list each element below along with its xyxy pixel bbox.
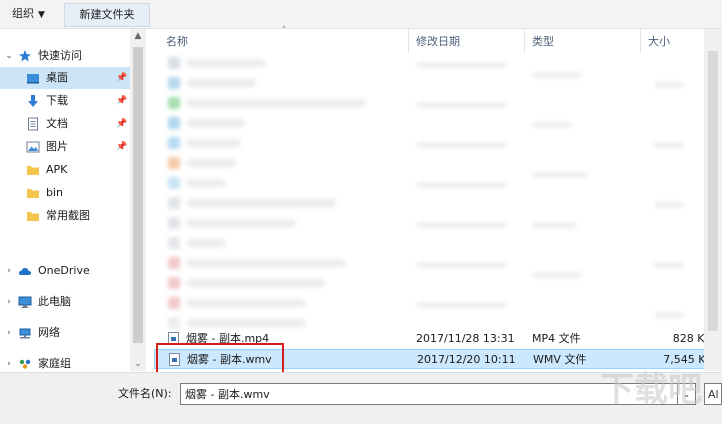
file-modified: 2017/11/28 13:31 xyxy=(416,332,515,345)
document-icon xyxy=(28,117,38,131)
nav-item-documents[interactable]: 文档 📌 xyxy=(0,113,130,135)
scrollbar-thumb[interactable] xyxy=(133,47,143,343)
network-icon xyxy=(19,328,31,339)
nav-item-screenshots[interactable]: 常用截图 xyxy=(0,205,130,227)
nav-item-network[interactable]: › 网络 xyxy=(0,322,130,344)
nav-item-this-pc[interactable]: › 此电脑 xyxy=(0,291,130,313)
file-type: MP4 文件 xyxy=(532,332,581,345)
download-icon xyxy=(28,95,38,107)
desktop-icon xyxy=(27,74,39,84)
homegroup-icon xyxy=(19,359,31,369)
nav-label: bin xyxy=(46,186,64,199)
organize-menu-button[interactable]: 组织 ▼ xyxy=(12,6,45,22)
nav-label: APK xyxy=(46,163,68,176)
pin-icon[interactable]: 📌 xyxy=(116,136,127,158)
chevron-right-icon[interactable]: › xyxy=(4,322,14,344)
file-type: WMV 文件 xyxy=(533,353,587,366)
computer-icon xyxy=(18,296,32,308)
sort-ascending-icon: ˄ xyxy=(282,26,287,36)
nav-item-onedrive[interactable]: › OneDrive xyxy=(0,260,130,282)
new-folder-button[interactable]: 新建文件夹 xyxy=(64,3,150,27)
file-list: ˄ 名称 修改日期 类型 大小 烟雾 - 副本.mp4 2017/11/28 1… xyxy=(154,26,714,371)
column-divider[interactable] xyxy=(640,29,641,53)
file-name: 烟雾 - 副本.mp4 xyxy=(186,332,270,345)
pin-icon[interactable]: 📌 xyxy=(116,67,127,89)
scrollbar-thumb[interactable] xyxy=(708,51,718,331)
nav-label: 快速访问 xyxy=(38,49,82,62)
column-header-name[interactable]: 名称 xyxy=(166,32,188,52)
file-list-scrollbar[interactable] xyxy=(704,29,722,371)
nav-item-downloads[interactable]: 下载 📌 xyxy=(0,90,130,112)
folder-icon xyxy=(27,166,39,175)
file-row-mp4[interactable]: 烟雾 - 副本.mp4 2017/11/28 13:31 MP4 文件 828 … xyxy=(154,329,714,349)
file-type-select[interactable]: Al xyxy=(704,383,722,405)
nav-item-quick-access[interactable]: ⌄ 快速访问 xyxy=(0,45,130,67)
pictures-icon xyxy=(26,141,40,153)
navigation-scrollbar[interactable]: ▲ ⌄ xyxy=(130,29,146,371)
filename-label: 文件名(N): xyxy=(118,387,172,400)
video-file-icon xyxy=(168,332,179,345)
chevron-down-icon: ▼ xyxy=(38,10,45,20)
chevron-right-icon[interactable]: › xyxy=(4,291,14,313)
column-header-size[interactable]: 大小 xyxy=(648,32,670,52)
toolbar: 组织 ▼ 新建文件夹 xyxy=(0,0,722,29)
video-file-icon xyxy=(169,353,180,366)
nav-label: 此电脑 xyxy=(38,295,71,308)
column-divider[interactable] xyxy=(408,29,409,53)
nav-label: OneDrive xyxy=(38,264,90,277)
chevron-right-icon[interactable]: › xyxy=(4,260,14,282)
chevron-down-icon[interactable]: ⌄ xyxy=(4,45,14,67)
organize-label: 组织 xyxy=(12,7,34,20)
nav-label: 网络 xyxy=(38,326,60,339)
nav-label: 常用截图 xyxy=(46,209,90,222)
pin-icon[interactable]: 📌 xyxy=(116,113,127,135)
watermark: 下载吧 xyxy=(600,370,702,410)
pin-icon[interactable]: 📌 xyxy=(116,90,127,112)
nav-item-desktop[interactable]: 桌面 📌 xyxy=(0,67,130,89)
file-modified: 2017/12/20 10:11 xyxy=(417,353,516,366)
column-header-modified[interactable]: 修改日期 xyxy=(416,32,460,52)
nav-item-bin[interactable]: bin xyxy=(0,182,130,204)
nav-label: 下载 xyxy=(46,94,68,107)
folder-icon xyxy=(27,212,39,221)
nav-label: 文档 xyxy=(46,117,68,130)
cloud-icon xyxy=(18,268,32,275)
navigation-pane: ⌄ 快速访问 桌面 📌 下载 📌 文档 📌 图片 📌 APK bin 常用截图 … xyxy=(0,29,146,371)
file-size: 828 KB xyxy=(672,332,712,345)
star-icon xyxy=(19,50,31,62)
nav-item-apk[interactable]: APK xyxy=(0,159,130,181)
nav-label: 桌面 xyxy=(46,71,68,84)
scroll-up-icon[interactable]: ▲ xyxy=(130,31,146,41)
column-divider[interactable] xyxy=(524,29,525,53)
file-name: 烟雾 - 副本.wmv xyxy=(187,353,272,366)
column-header-type[interactable]: 类型 xyxy=(532,32,554,52)
scroll-down-icon[interactable]: ⌄ xyxy=(130,359,146,369)
nav-label: 图片 xyxy=(46,140,68,153)
folder-icon xyxy=(27,189,39,198)
nav-item-pictures[interactable]: 图片 📌 xyxy=(0,136,130,158)
